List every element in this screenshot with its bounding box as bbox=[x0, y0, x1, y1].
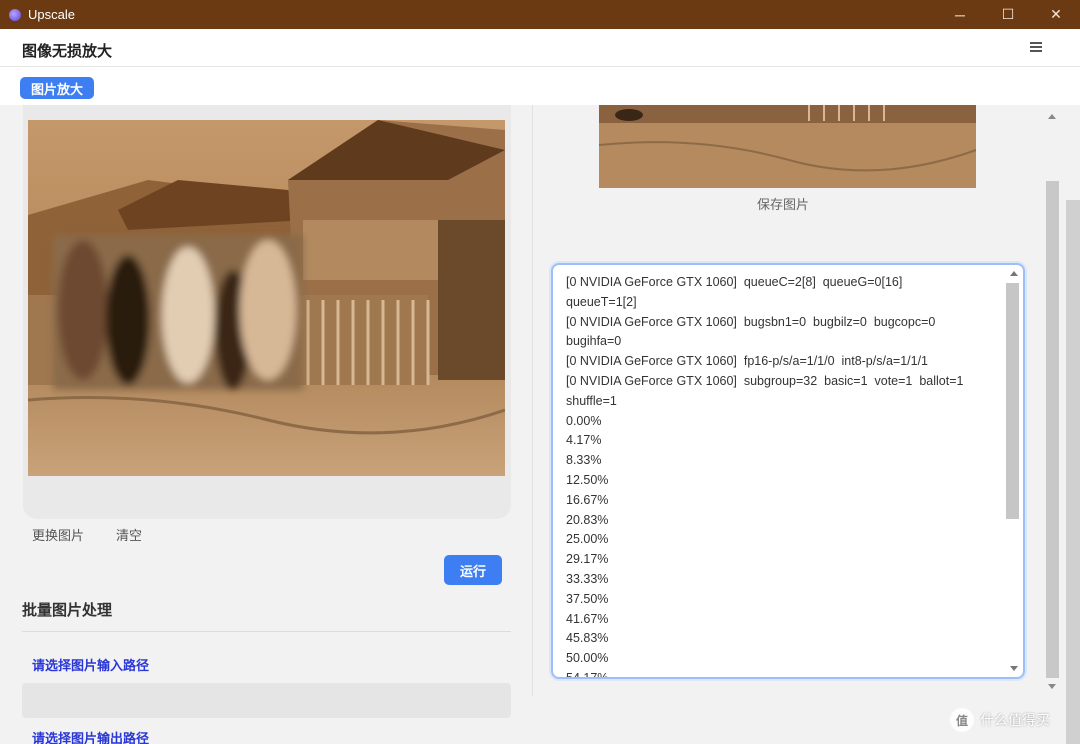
log-scroll-down-icon[interactable] bbox=[1010, 666, 1018, 671]
right-panel: 保存图片 [0 NVIDIA GeForce GTX 1060] queueC=… bbox=[533, 105, 1065, 744]
log-text: [0 NVIDIA GeForce GTX 1060] queueC=2[8] … bbox=[566, 273, 996, 679]
log-line: 37.50% bbox=[566, 591, 609, 606]
run-button[interactable]: 运行 bbox=[444, 555, 502, 585]
log-line: 45.83% bbox=[566, 631, 609, 646]
page-scroll-down-icon[interactable] bbox=[1048, 684, 1056, 689]
maximize-button[interactable]: ☐ bbox=[984, 0, 1032, 29]
replace-image-button[interactable]: 更换图片 bbox=[32, 525, 84, 544]
log-line: [0 NVIDIA GeForce GTX 1060] fp16-p/s/a=1… bbox=[566, 354, 929, 369]
log-line: 41.67% bbox=[566, 611, 609, 626]
title-bar: Upscale ─ ☐ ✕ bbox=[0, 0, 1080, 29]
log-line: shuffle=1 bbox=[566, 393, 617, 408]
hamburger-menu-icon[interactable] bbox=[1030, 42, 1042, 52]
log-line: [0 NVIDIA GeForce GTX 1060] bugsbn1=0 bu… bbox=[566, 314, 936, 329]
log-line: 33.33% bbox=[566, 571, 609, 586]
save-image-button[interactable]: 保存图片 bbox=[533, 194, 1033, 213]
log-line: 12.50% bbox=[566, 472, 609, 487]
log-line: 50.00% bbox=[566, 651, 609, 666]
select-output-path-link[interactable]: 请选择图片输出路径 bbox=[32, 728, 149, 744]
log-line: 20.83% bbox=[566, 512, 609, 527]
log-line: 54.17% bbox=[566, 670, 609, 679]
batch-section-title: 批量图片处理 bbox=[22, 602, 113, 619]
log-line: 0.00% bbox=[566, 413, 602, 428]
app-header: 图像无损放大 bbox=[0, 29, 1080, 67]
tab-bar: 图片放大 bbox=[0, 67, 1080, 105]
window-title: Upscale bbox=[28, 7, 75, 22]
tab-image-upscale[interactable]: 图片放大 bbox=[20, 77, 94, 99]
select-input-path-link[interactable]: 请选择图片输入路径 bbox=[32, 655, 149, 674]
log-line: 25.00% bbox=[566, 532, 609, 547]
page-title: 图像无损放大 bbox=[22, 43, 113, 60]
log-line: queueT=1[2] bbox=[566, 294, 637, 309]
section-divider bbox=[22, 631, 511, 632]
log-output-box[interactable]: [0 NVIDIA GeForce GTX 1060] queueC=2[8] … bbox=[551, 263, 1025, 679]
log-scroll-up-icon[interactable] bbox=[1010, 271, 1018, 276]
page-scrollbar-thumb[interactable] bbox=[1046, 181, 1059, 678]
close-button[interactable]: ✕ bbox=[1032, 0, 1080, 29]
log-line: bugihfa=0 bbox=[566, 334, 622, 349]
left-panel: 更换图片 清空 运行 批量图片处理 请选择图片输入路径 请选择图片输出路径 bbox=[0, 105, 532, 744]
log-line: 16.67% bbox=[566, 492, 609, 507]
log-scrollbar-thumb[interactable] bbox=[1006, 283, 1019, 519]
image-preview-card[interactable] bbox=[23, 105, 511, 519]
log-line: [0 NVIDIA GeForce GTX 1060] subgroup=32 … bbox=[566, 373, 964, 388]
watermark-logo-icon: 值 bbox=[950, 708, 974, 732]
page-scroll-up-icon[interactable] bbox=[1048, 114, 1056, 119]
log-line: [0 NVIDIA GeForce GTX 1060] queueC=2[8] … bbox=[566, 275, 903, 289]
watermark: 值 什么值得买 bbox=[950, 708, 1050, 732]
clear-button[interactable]: 清空 bbox=[116, 525, 142, 544]
watermark-text: 什么值得买 bbox=[980, 712, 1050, 728]
log-line: 29.17% bbox=[566, 552, 609, 567]
log-line: 4.17% bbox=[566, 433, 602, 448]
log-line: 8.33% bbox=[566, 453, 602, 468]
minimize-button[interactable]: ─ bbox=[936, 0, 984, 29]
result-image bbox=[599, 105, 976, 188]
input-path-field[interactable] bbox=[22, 683, 511, 718]
outer-scrollbar[interactable] bbox=[1066, 200, 1080, 744]
source-image bbox=[28, 120, 505, 476]
app-icon bbox=[9, 8, 21, 21]
